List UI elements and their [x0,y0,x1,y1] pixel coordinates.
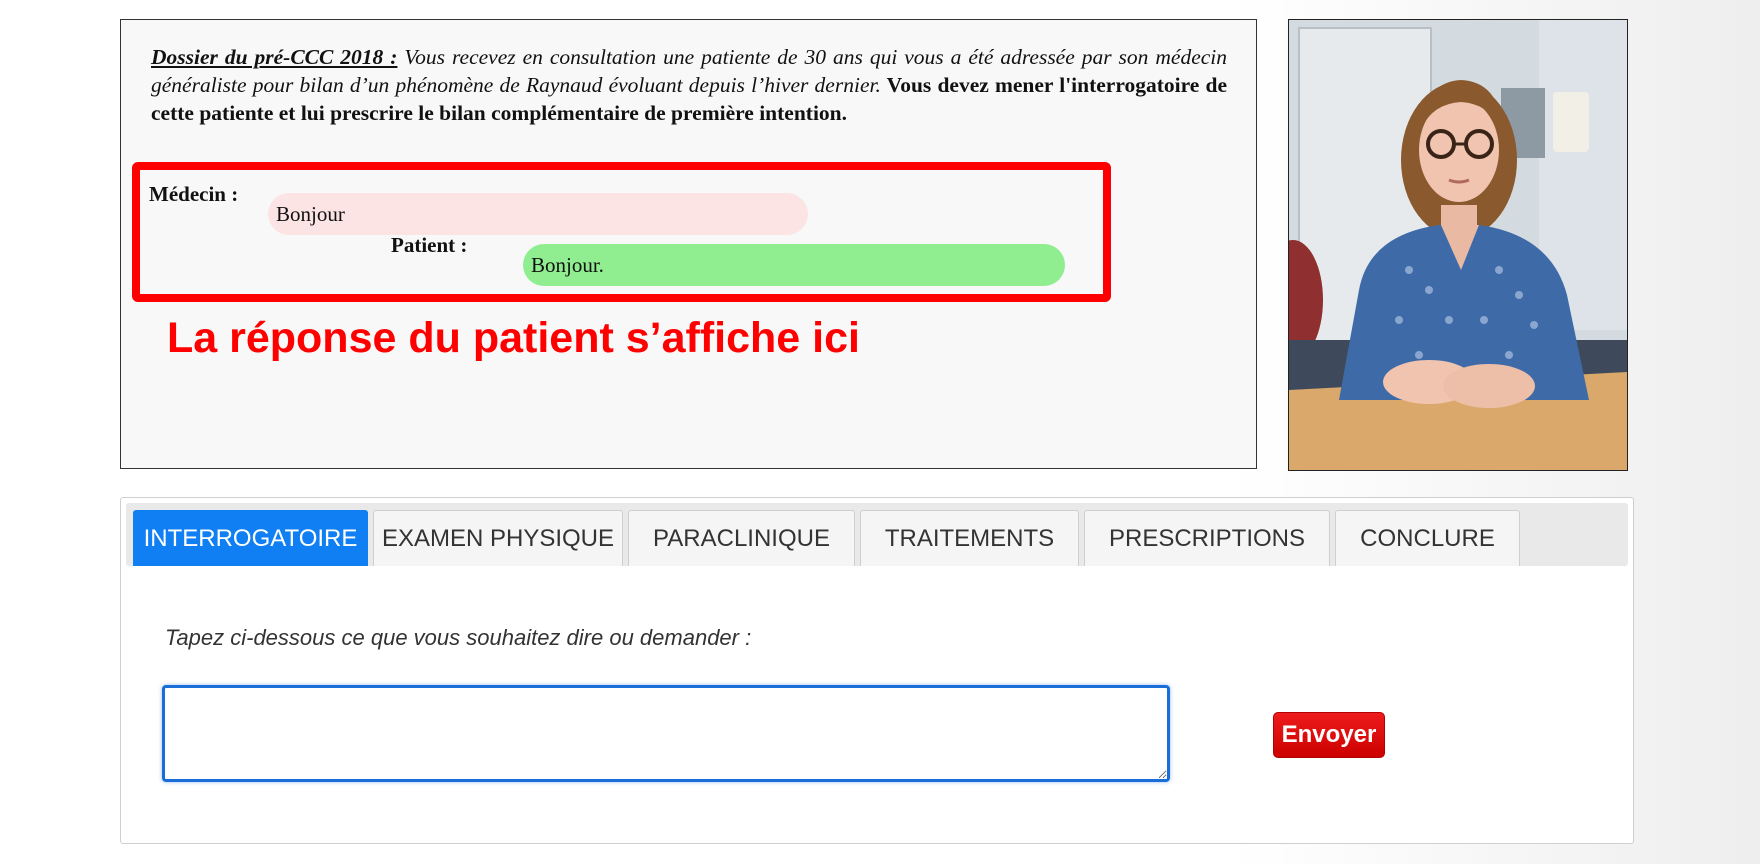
case-description: Dossier du pré-CCC 2018 : Vous recevez e… [151,43,1227,127]
dialog-highlight-box: Médecin : Bonjour Patient : Bonjour. [132,162,1111,302]
tab-examen-physique[interactable]: EXAMEN PHYSIQUE [373,510,623,566]
tab-bar: INTERROGATOIRE EXAMEN PHYSIQUE PARACLINI… [126,503,1628,566]
doctor-message-bubble: Bonjour [268,193,808,235]
case-label: Dossier du pré-CCC 2018 : [151,45,398,69]
doctor-label: Médecin : [149,182,239,206]
tab-conclure[interactable]: CONCLURE [1335,510,1520,566]
annotation-text: La réponse du patient s’affiche ici [167,314,860,362]
tabs-panel: INTERROGATOIRE EXAMEN PHYSIQUE PARACLINI… [120,497,1634,844]
tab-interrogatoire[interactable]: INTERROGATOIRE [133,510,368,566]
patient-label: Patient : [391,233,468,257]
message-input[interactable] [162,685,1170,782]
tab-traitements[interactable]: TRAITEMENTS [860,510,1079,566]
send-button[interactable]: Envoyer [1273,712,1385,758]
tab-prescriptions[interactable]: PRESCRIPTIONS [1084,510,1330,566]
patient-illustration [1289,20,1627,470]
patient-photo [1288,19,1628,471]
tab-paraclinique[interactable]: PARACLINIQUE [628,510,855,566]
patient-message-bubble: Bonjour. [523,244,1065,286]
case-panel: Dossier du pré-CCC 2018 : Vous recevez e… [120,19,1257,469]
input-prompt-label: Tapez ci-dessous ce que vous souhaitez d… [165,625,752,650]
